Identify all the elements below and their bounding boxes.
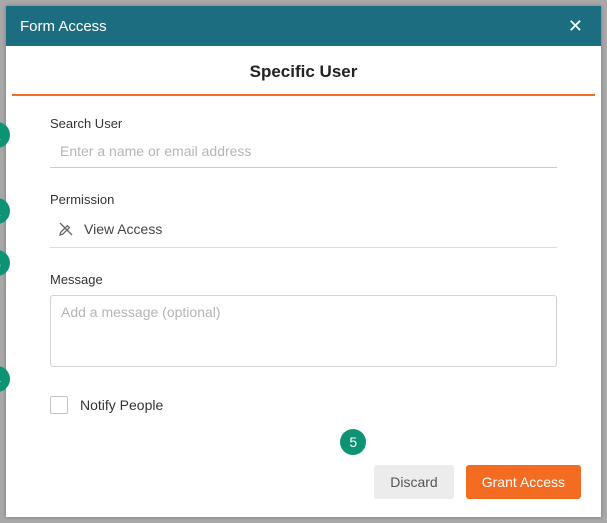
pencil-off-icon <box>58 221 74 237</box>
search-user-group: Search User <box>50 116 557 168</box>
dialog-header: Form Access ✕ <box>6 6 601 46</box>
permission-label: Permission <box>50 192 557 207</box>
message-group: Message <box>50 272 557 372</box>
form-access-dialog: Form Access ✕ Specific User 1 Search Use… <box>6 6 601 517</box>
callout-4: 4 <box>0 366 10 392</box>
section-title: Specific User <box>12 46 595 96</box>
callout-1: 1 <box>0 122 10 148</box>
search-user-label: Search User <box>50 116 557 131</box>
close-icon[interactable]: ✕ <box>562 13 589 39</box>
permission-select[interactable]: View Access <box>50 215 557 248</box>
permission-value: View Access <box>84 221 162 237</box>
grant-access-button[interactable]: Grant Access <box>466 465 581 499</box>
permission-group: Permission View Access <box>50 192 557 248</box>
dialog-title: Form Access <box>20 18 107 35</box>
callout-3: 3 <box>0 250 10 276</box>
dialog-footer: 5 Discard Grant Access <box>6 457 601 517</box>
message-textarea[interactable] <box>50 295 557 367</box>
message-label: Message <box>50 272 557 287</box>
discard-button[interactable]: Discard <box>374 465 453 499</box>
search-user-input[interactable] <box>50 139 557 168</box>
callout-2: 2 <box>0 198 10 224</box>
form-body: 1 Search User 2 Permission View Access 3… <box>6 96 601 457</box>
notify-row: Notify People <box>50 396 557 414</box>
notify-checkbox[interactable] <box>50 396 68 414</box>
notify-label: Notify People <box>80 397 163 413</box>
